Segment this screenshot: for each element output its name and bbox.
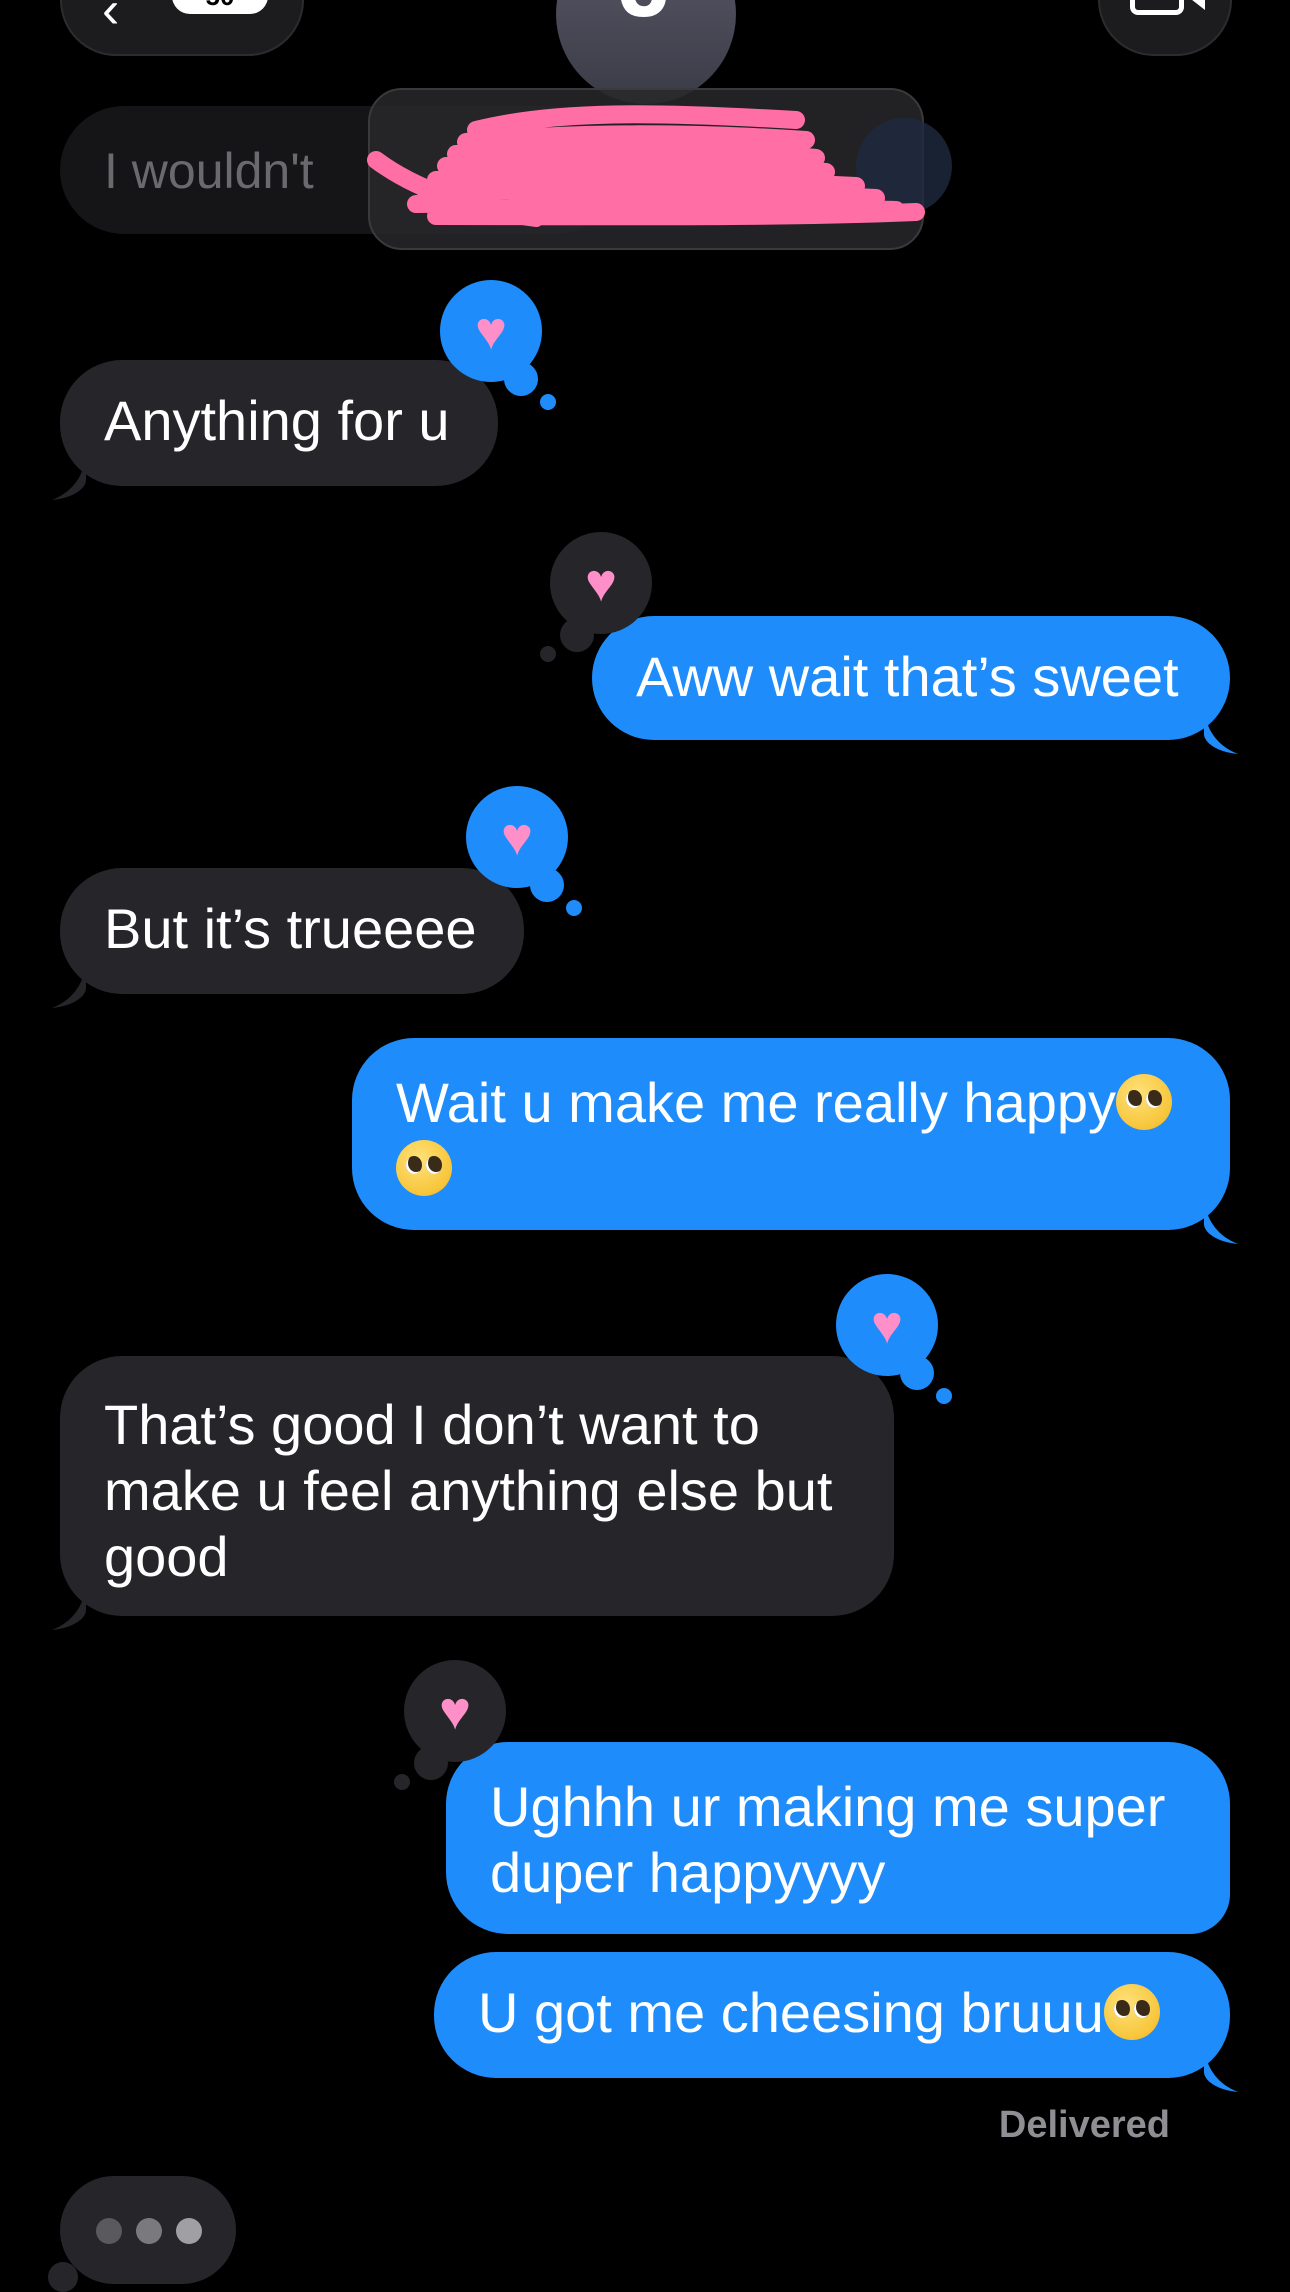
- heart-reaction[interactable]: ♥: [466, 786, 582, 916]
- chevron-left-icon: ‹: [102, 0, 120, 39]
- facetime-video-button[interactable]: [1098, 0, 1232, 56]
- video-camera-icon: [1130, 0, 1205, 15]
- bubble-tail: [1204, 712, 1238, 754]
- heart-reaction[interactable]: ♥: [836, 1274, 952, 1404]
- sent-message-bubble[interactable]: Ughhh ur making me super duper happyyyy: [446, 1742, 1230, 1934]
- bubble-tail: [1204, 1202, 1238, 1244]
- heart-icon: ♥: [500, 807, 534, 867]
- message-text: U got me cheesing bruuu: [478, 1981, 1104, 2044]
- heart-icon: ♥: [870, 1295, 904, 1355]
- pleading-face-emoji-icon: [1103, 1984, 1160, 2040]
- heart-reaction[interactable]: ♥: [440, 280, 556, 410]
- message-text: Wait u make me really happy: [396, 1071, 1116, 1134]
- message-text: But it’s trueeee: [104, 897, 477, 960]
- message-text-line-1: That’s good I don’t want to: [104, 1393, 760, 1456]
- heart-reaction[interactable]: ♥: [394, 1660, 506, 1790]
- message-text-line-2: make u feel anything else but: [104, 1459, 833, 1522]
- heart-icon: ♥: [438, 1681, 472, 1741]
- typing-dot: [96, 2218, 122, 2244]
- typing-dot: [136, 2218, 162, 2244]
- received-message-bubble[interactable]: But it’s trueeee: [52, 868, 524, 1008]
- message-text-line-3: good: [104, 1525, 229, 1588]
- typing-indicator: [60, 2176, 236, 2284]
- typing-dot: [176, 2218, 202, 2244]
- pleading-face-emoji-icon: [396, 1140, 452, 1196]
- bubble-tail: [52, 1588, 86, 1630]
- message-text-line-2: duper happyyyy: [490, 1841, 886, 1904]
- typing-bubble-tail: [48, 2262, 78, 2292]
- redaction-scribble: [367, 105, 925, 227]
- delivery-status: Delivered: [998, 2104, 1170, 2146]
- bubble-tail: [1204, 2050, 1238, 2092]
- received-message-bubble[interactable]: That’s good I don’t want to make u feel …: [52, 1356, 894, 1630]
- unread-count-badge: 50: [172, 0, 268, 14]
- preview-message-text: I wouldn't: [104, 143, 314, 199]
- bubble-tail: [52, 966, 86, 1008]
- back-button[interactable]: ‹ 50: [60, 0, 304, 56]
- heart-reaction[interactable]: ♥: [540, 532, 652, 662]
- message-text: Aww wait that’s sweet: [636, 645, 1179, 708]
- bubble-tail: [52, 458, 86, 500]
- pleading-face-emoji-icon: [1116, 1074, 1172, 1130]
- heart-icon: ♥: [474, 301, 508, 361]
- sent-message-bubble[interactable]: Wait u make me really happy: [352, 1038, 1238, 1244]
- message-text: Anything for u: [104, 389, 450, 452]
- sent-message-bubble[interactable]: U got me cheesing bruuu: [434, 1952, 1238, 2092]
- heart-icon: ♥: [584, 553, 618, 613]
- message-text-line-1: Ughhh ur making me super: [490, 1775, 1166, 1838]
- received-message-bubble[interactable]: Anything for u: [52, 360, 498, 500]
- sent-message-bubble[interactable]: Aww wait that’s sweet: [592, 616, 1238, 754]
